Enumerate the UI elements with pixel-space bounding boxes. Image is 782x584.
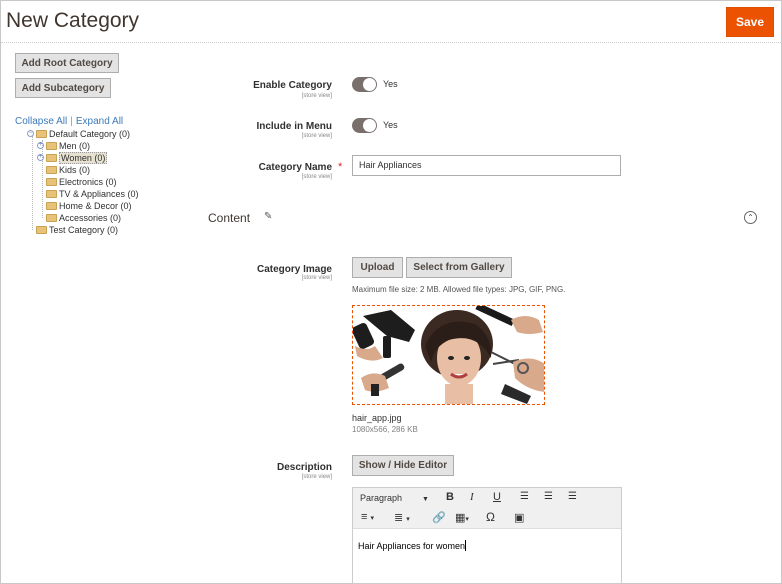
include-in-menu-value: Yes — [383, 120, 398, 130]
italic-icon[interactable]: I — [470, 491, 474, 503]
category-name-input[interactable]: Hair Appliances — [352, 155, 621, 176]
select-from-gallery-button[interactable]: Select from Gallery — [406, 257, 512, 278]
tree-node-kids[interactable]: Kids (0) — [46, 164, 90, 175]
category-image-preview[interactable] — [352, 305, 545, 405]
add-root-category-button[interactable]: Add Root Category — [15, 53, 119, 73]
tree-node-home-decor[interactable]: Home & Decor (0) — [46, 200, 132, 211]
page-header: New Category Save — [1, 1, 781, 43]
folder-icon — [46, 213, 57, 222]
show-hide-editor-button[interactable]: Show / Hide Editor — [352, 455, 454, 476]
tree-node-women[interactable]: + Women (0) — [37, 151, 108, 164]
folder-icon — [46, 153, 57, 162]
tree-node-label: Men (0) — [59, 140, 91, 151]
align-left-icon[interactable]: ☰ — [520, 491, 529, 502]
tree-node-tv-appliances[interactable]: TV & Appliances (0) — [46, 188, 139, 199]
chevron-up-icon[interactable]: ⌃ — [744, 211, 757, 224]
editor-text: Hair Appliances for women — [358, 541, 466, 551]
folder-icon — [46, 189, 57, 198]
tree-node-electronics[interactable]: Electronics (0) — [46, 176, 117, 187]
folder-icon — [46, 165, 57, 174]
tree-node-accessories[interactable]: Accessories (0) — [46, 212, 121, 223]
underline-icon[interactable]: U — [493, 491, 501, 503]
category-name-label: Category Name — [258, 162, 332, 173]
scope-label: [store view] — [301, 93, 332, 99]
enable-category-toggle[interactable] — [352, 77, 377, 92]
tree-node-label: Accessories (0) — [59, 212, 122, 223]
category-image-label: Category Image — [256, 264, 332, 275]
numbered-list-icon[interactable]: ≣ ▾ — [394, 511, 410, 524]
include-in-menu-label: Include in Menu — [256, 121, 332, 132]
expand-all-link[interactable]: Expand All — [76, 116, 123, 127]
folder-open-icon — [36, 129, 47, 138]
scope-label: [store view] — [301, 275, 332, 281]
folder-icon — [46, 141, 57, 150]
tree-node-label: Default Category (0) — [49, 128, 131, 139]
enable-category-value: Yes — [383, 79, 398, 89]
image-file-meta: 1080x566, 286 KB — [352, 425, 418, 434]
page-title: New Category — [6, 9, 140, 32]
insert-image-icon[interactable]: ▣ — [514, 511, 524, 524]
editor-toolbar: Paragraph ▼ B I U ☰ ☰ ☰ ≡ ▾ ≣ ▾ 🔗 ▦▾ Ω ▣ — [353, 488, 621, 529]
tree-node-label: TV & Appliances (0) — [59, 188, 139, 199]
scope-label: [store view] — [301, 133, 332, 139]
pencil-icon: ✎ — [264, 211, 273, 222]
upload-button[interactable]: Upload — [352, 257, 403, 278]
image-file-name[interactable]: hair_app.jpg — [352, 413, 402, 423]
tree-node-default-category[interactable]: − Default Category (0) — [27, 128, 130, 139]
format-select[interactable]: Paragraph ▼ — [360, 493, 429, 503]
link-icon[interactable]: 🔗 — [432, 511, 446, 524]
scope-label: [store view] — [301, 174, 332, 180]
scope-label: [store view] — [301, 474, 332, 480]
expand-node-icon[interactable]: + — [37, 154, 44, 161]
bold-icon[interactable]: B — [446, 491, 454, 503]
special-character-icon[interactable]: Ω — [486, 510, 495, 524]
content-section-title[interactable]: Content — [208, 211, 250, 225]
tree-node-test-category[interactable]: Test Category (0) — [36, 224, 118, 235]
folder-icon — [36, 225, 47, 234]
toggle-knob — [363, 78, 376, 91]
tree-links-separator: | — [70, 116, 73, 127]
collapse-node-icon[interactable]: − — [27, 130, 34, 137]
text-caret — [465, 540, 467, 551]
tree-node-label: Test Category (0) — [49, 224, 119, 235]
collapse-all-link[interactable]: Collapse All — [15, 116, 67, 127]
tree-node-label: Kids (0) — [59, 164, 91, 175]
tree-node-label: Home & Decor (0) — [59, 200, 132, 211]
save-button[interactable]: Save — [726, 7, 774, 37]
align-center-icon[interactable]: ☰ — [544, 491, 553, 502]
dropdown-arrow-icon: ▼ — [422, 496, 429, 503]
folder-icon — [46, 177, 57, 186]
file-size-note: Maximum file size: 2 MB. Allowed file ty… — [352, 285, 566, 294]
table-icon[interactable]: ▦▾ — [455, 511, 469, 524]
toggle-knob — [363, 119, 376, 132]
align-right-icon[interactable]: ☰ — [568, 491, 577, 502]
expand-node-icon[interactable]: + — [37, 142, 44, 149]
tree-controls: Collapse All | Expand All — [15, 116, 123, 127]
wysiwyg-editor: Paragraph ▼ B I U ☰ ☰ ☰ ≡ ▾ ≣ ▾ 🔗 ▦▾ Ω ▣ … — [352, 487, 622, 584]
editor-content[interactable]: Hair Appliances for women — [358, 540, 467, 551]
bullet-list-icon[interactable]: ≡ ▾ — [361, 511, 374, 523]
description-label: Description — [276, 462, 332, 473]
tree-guide-line — [32, 136, 33, 230]
folder-icon — [46, 201, 57, 210]
enable-category-label: Enable Category — [253, 80, 332, 91]
tree-node-men[interactable]: + Men (0) — [37, 140, 90, 151]
tree-node-label: Women (0) — [59, 151, 108, 164]
add-subcategory-button[interactable]: Add Subcategory — [15, 78, 111, 98]
required-marker: * — [338, 161, 343, 173]
format-select-value: Paragraph — [360, 493, 403, 503]
tree-node-label: Electronics (0) — [59, 176, 117, 187]
include-in-menu-toggle[interactable] — [352, 118, 377, 133]
hair-appliances-image — [353, 306, 544, 404]
